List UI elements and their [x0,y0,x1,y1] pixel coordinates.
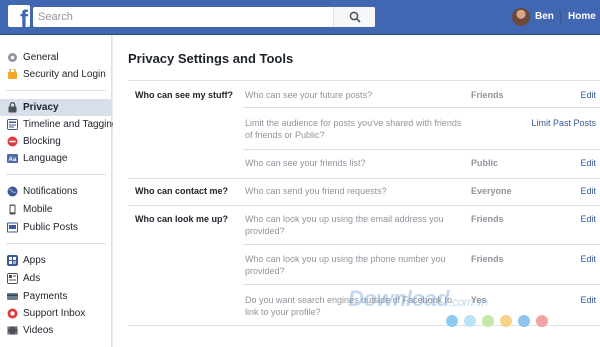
setting-value: Friends [471,254,504,264]
search-box [33,7,375,27]
sidebar-item-apps[interactable]: Apps [0,252,111,269]
sidebar-item-label: Notifications [23,186,78,197]
setting-question: Who can see your future posts? [245,90,373,100]
edit-link[interactable]: Edit [580,90,596,100]
sidebar-item-label: Public Posts [23,222,79,233]
search-icon [349,11,361,23]
sidebar-item-mobile[interactable]: Mobile [0,201,111,218]
watermark-dot [518,315,530,327]
sidebar-item-label: Mobile [23,204,53,215]
sidebar-item-videos[interactable]: Videos [0,322,111,339]
setting-question: Who can look you up using the phone numb… [245,254,446,276]
setting-question: Limit the audience for posts you've shar… [245,118,462,140]
sidebar-item-label: Timeline and Tagging [23,119,118,130]
edit-link[interactable]: Edit [580,186,596,196]
setting-value: Everyone [471,186,512,196]
payments-icon [7,293,18,300]
watermark-logo: Download.com.vn [348,286,488,312]
watermark-dot [464,315,476,327]
avatar[interactable] [512,8,530,26]
divider [128,80,600,81]
watermark-dot [482,315,494,327]
section-label: Who can look me up? [135,214,229,224]
divider [128,178,600,179]
setting-question: Who can send you friend requests? [245,186,387,196]
top-navigation-bar: f Ben Home [0,0,600,35]
divider [243,284,600,285]
timeline-icon [7,119,18,130]
divider [6,90,106,91]
sidebar-item-label: Support Inbox [23,308,86,319]
block-icon [7,136,18,147]
page-title: Privacy Settings and Tools [128,51,294,66]
globe-icon [7,186,18,197]
sidebar-item-security[interactable]: Security and Login [0,66,111,83]
watermark-dot [446,315,458,327]
divider [128,205,600,206]
search-button[interactable] [333,7,375,27]
divider [6,174,106,175]
setting-value: Friends [471,214,504,224]
sidebar-item-privacy[interactable]: Privacy [0,99,111,116]
search-input[interactable] [33,7,333,27]
sidebar-item-label: Videos [23,325,54,336]
sidebar-item-public-posts[interactable]: Public Posts [0,219,111,236]
sidebar-item-ads[interactable]: Ads [0,270,111,287]
setting-question: Who can see your friends list? [245,158,366,168]
sidebar-item-label: Security and Login [23,69,106,80]
sidebar-item-language[interactable]: Aa Language [0,150,111,167]
sidebar-item-label: Language [23,153,68,164]
setting-question: Who can look you up using the email addr… [245,214,444,236]
setting-value: Friends [471,90,504,100]
setting-value: Public [471,158,499,168]
limit-past-posts-link[interactable]: Limit Past Posts [531,118,596,128]
sidebar-item-label: Apps [23,255,46,266]
sidebar-item-label: Ads [23,273,41,284]
divider [243,149,600,150]
lock-icon [8,102,17,113]
sidebar-item-label: Privacy [23,102,59,113]
mobile-icon [9,204,16,215]
sidebar-item-timeline[interactable]: Timeline and Tagging [0,116,118,133]
watermark-suffix: .com.vn [449,295,488,309]
divider [128,325,600,326]
divider [560,11,561,23]
edit-link[interactable]: Edit [580,158,596,168]
support-icon [7,308,18,319]
watermark-dot [500,315,512,327]
edit-link[interactable]: Edit [580,214,596,224]
section-label: Who can see my stuff? [135,90,234,100]
section-label: Who can contact me? [135,186,229,196]
videos-icon [7,326,18,335]
facebook-logo-icon[interactable]: f [8,5,30,27]
watermark-dot [536,315,548,327]
sidebar-item-label: General [23,52,59,63]
settings-sidebar: General Security and Login Privacy Timel… [0,35,118,347]
divider [243,107,600,108]
shield-icon [8,69,17,79]
edit-link[interactable]: Edit [580,295,596,305]
sidebar-item-label: Payments [23,291,68,302]
home-link[interactable]: Home [568,11,596,22]
divider [243,244,600,245]
ads-icon [7,273,18,284]
gear-icon [8,53,17,62]
sidebar-item-notifications[interactable]: Notifications [0,183,111,200]
logo-letter: f [20,6,28,28]
watermark-text: Download [348,286,450,311]
edit-link[interactable]: Edit [580,254,596,264]
public-posts-icon [7,222,18,233]
profile-name-link[interactable]: Ben [535,11,554,22]
sidebar-item-blocking[interactable]: Blocking [0,133,111,150]
sidebar-item-general[interactable]: General [0,49,111,66]
language-icon: Aa [7,154,18,163]
sidebar-item-support-inbox[interactable]: Support Inbox [0,305,111,322]
sidebar-item-label: Blocking [23,136,61,147]
apps-icon [7,255,18,266]
sidebar-item-payments[interactable]: Payments [0,288,111,305]
divider [6,243,106,244]
svg-text:Aa: Aa [9,157,17,163]
